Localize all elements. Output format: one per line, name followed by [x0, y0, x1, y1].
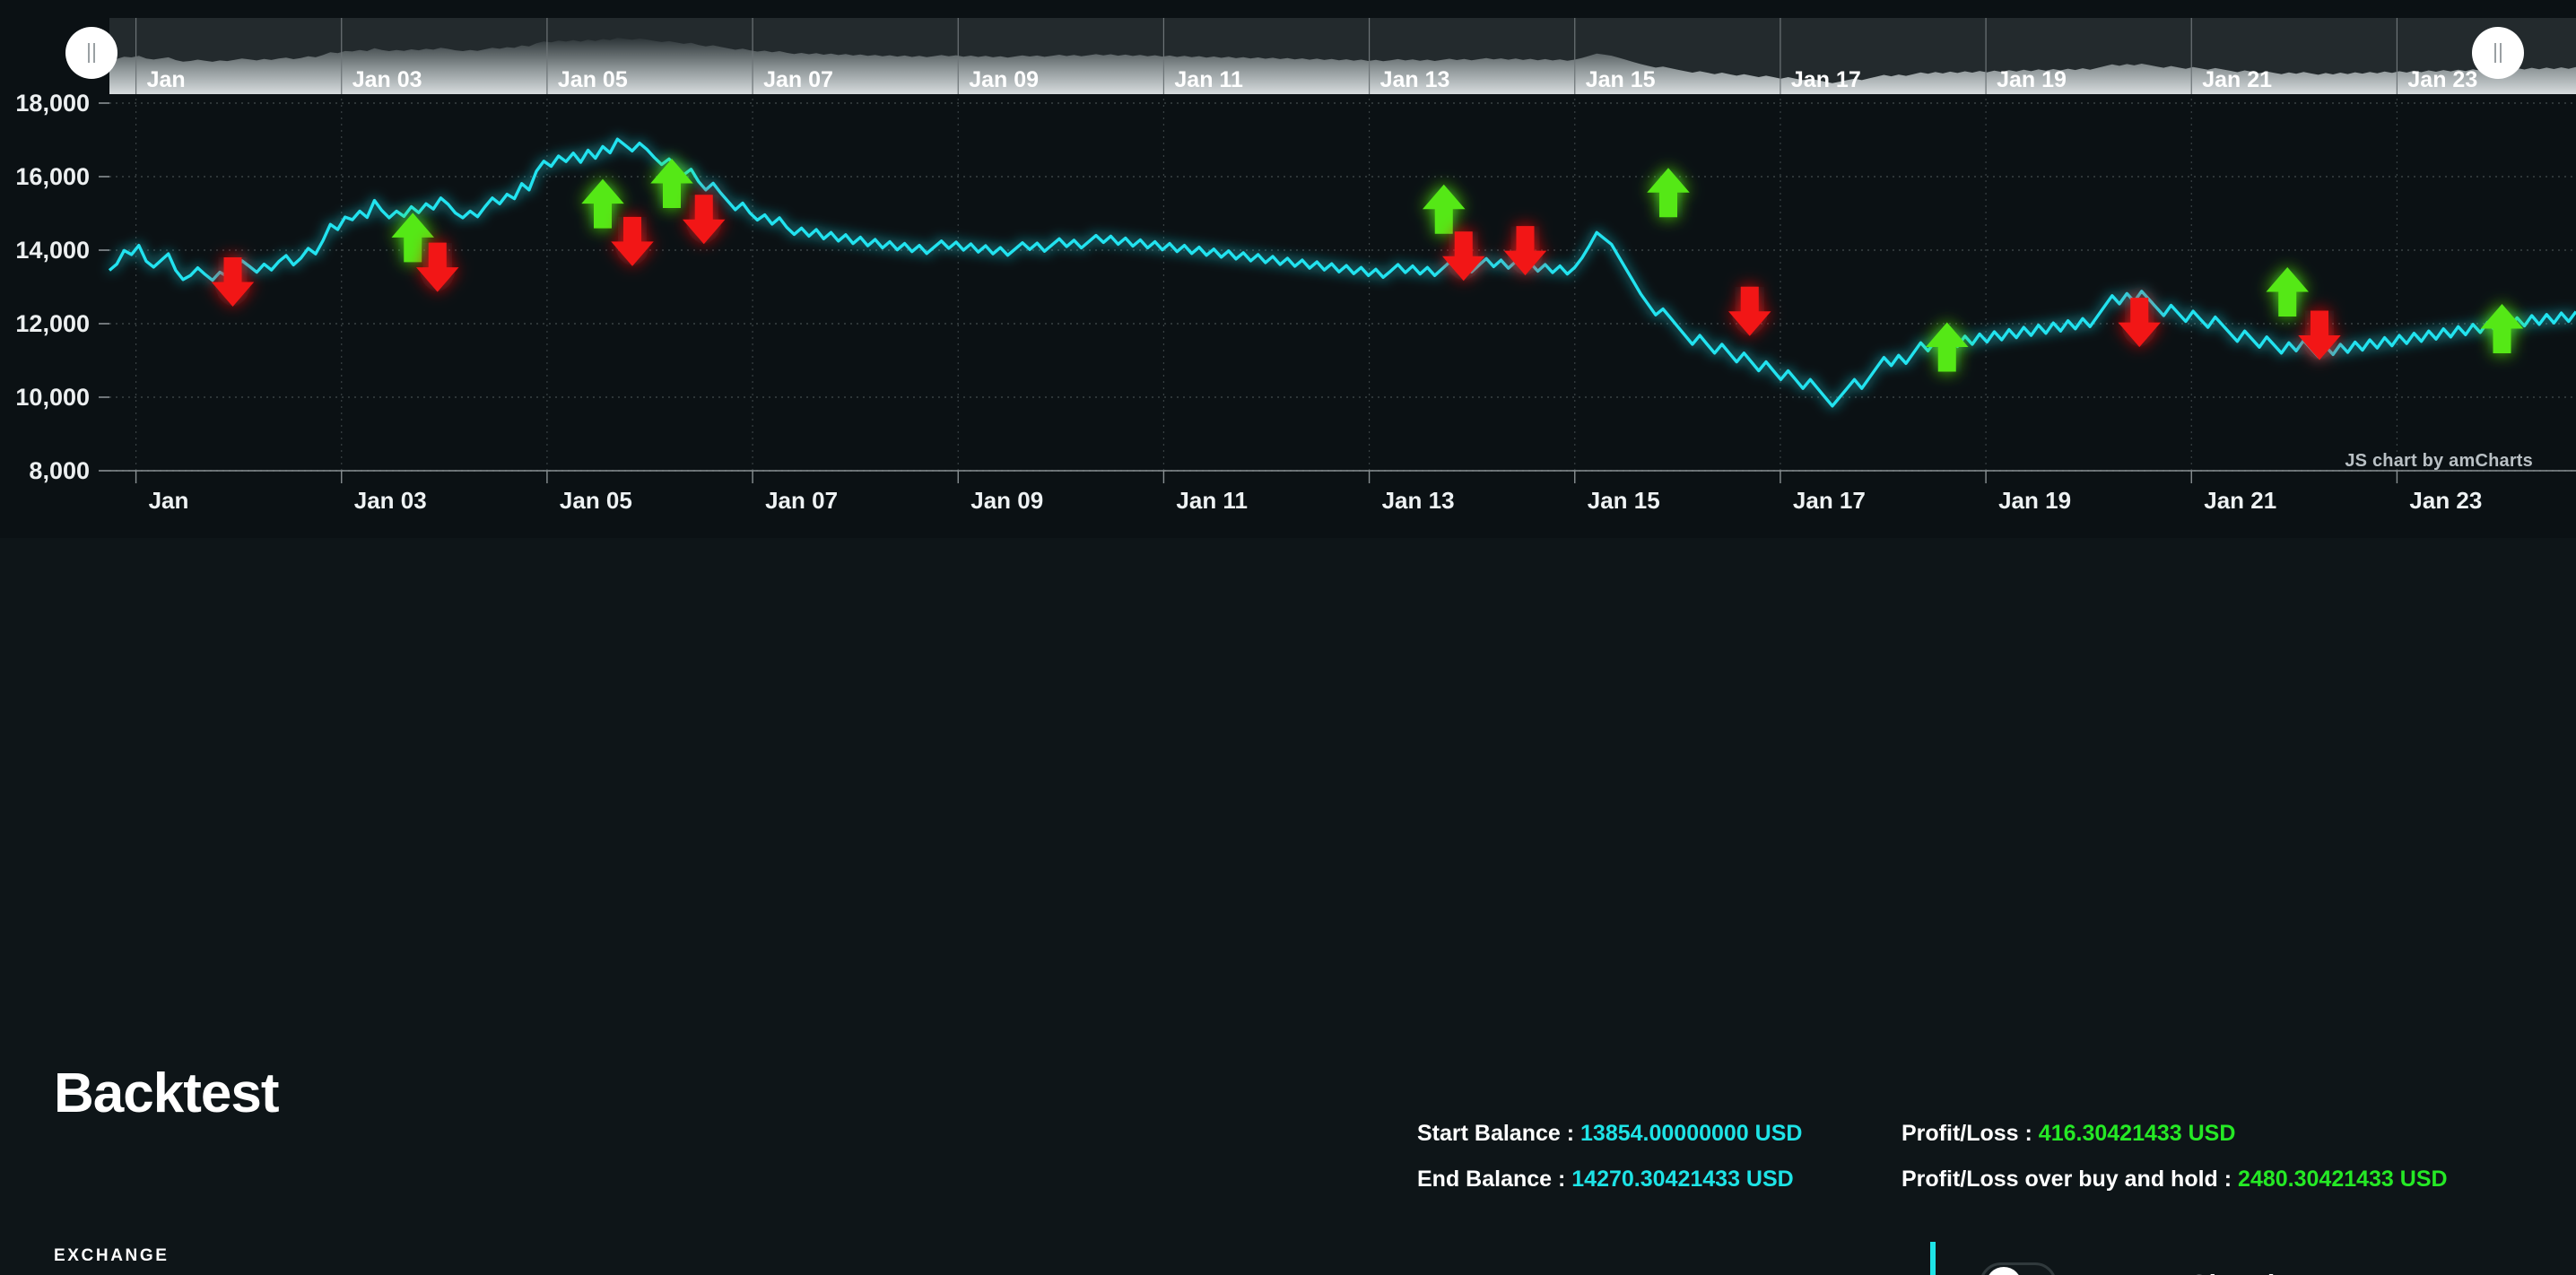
indicator-row[interactable]: Accumulation Distribution Line (ADL) — [691, 1253, 1930, 1275]
amcharts-watermark: JS chart by amCharts — [2345, 451, 2533, 471]
svg-text:Jan 07: Jan 07 — [763, 67, 833, 92]
inverse-signal-label: Inverse Signal — [2082, 1269, 2276, 1275]
svg-text:Jan 17: Jan 17 — [1791, 67, 1861, 92]
svg-text:Jan 03: Jan 03 — [352, 67, 422, 92]
inverse-signal-row[interactable]: Inverse Signal — [1980, 1246, 2576, 1275]
svg-text:Jan 23: Jan 23 — [2409, 487, 2482, 514]
svg-text:Jan 23: Jan 23 — [2407, 67, 2477, 92]
price-chart-panel: Jan Jan 03 Jan 05 Jan 07 Jan 09 Jan 11 Jan 13 J… — [0, 0, 2576, 538]
svg-text:Jan 21: Jan 21 — [2204, 487, 2276, 514]
stat-label: Start Balance : — [1417, 1121, 1575, 1146]
svg-text:12,000: 12,000 — [15, 310, 90, 337]
svg-text:18,000: 18,000 — [15, 90, 90, 117]
stat-profit-loss: Profit/Loss : 416.30421433 USD — [1902, 1121, 2448, 1147]
svg-text:Jan 05: Jan 05 — [558, 67, 628, 92]
svg-text:Jan 11: Jan 11 — [1174, 67, 1243, 92]
stat-start-balance: Start Balance : 13854.00000000 USD — [1417, 1121, 1902, 1147]
stat-value: 13854.00000000 USD — [1580, 1121, 1803, 1146]
svg-text:Jan 03: Jan 03 — [354, 487, 427, 514]
stat-label: End Balance : — [1417, 1167, 1566, 1192]
svg-text:14,000: 14,000 — [15, 237, 90, 264]
stat-label: Profit/Loss : — [1902, 1121, 2032, 1146]
stat-value: 416.30421433 USD — [2038, 1121, 2236, 1146]
toggle-knob — [1986, 1267, 2022, 1275]
balance-stats: Start Balance : 13854.00000000 USD Profi… — [1417, 1121, 2448, 1193]
settings-column-left: EXCHANGE Bitfinex PAIR BTC/USD INDICATOR… — [0, 1246, 646, 1275]
svg-text:Jan: Jan — [149, 487, 189, 514]
exchange-label: EXCHANGE — [54, 1246, 170, 1265]
svg-text:Jan 13: Jan 13 — [1382, 487, 1455, 514]
range-selector-left-grip[interactable] — [65, 27, 117, 79]
svg-text:Jan 15: Jan 15 — [1586, 67, 1656, 92]
svg-text:Jan 17: Jan 17 — [1793, 487, 1866, 514]
svg-text:16,000: 16,000 — [15, 163, 90, 190]
price-chart-svg[interactable]: Jan Jan 03 Jan 05 Jan 07 Jan 09 Jan 11 Jan 13 J… — [0, 0, 2576, 538]
indicator-toggle-list: Accumulation Distribution Line (ADL)Aver… — [646, 1246, 1930, 1275]
svg-text:Jan 09: Jan 09 — [970, 487, 1043, 514]
range-selector-right-grip[interactable] — [2472, 27, 2524, 79]
page-title: Backtest — [54, 1062, 279, 1124]
exchange-field: EXCHANGE Bitfinex — [54, 1246, 646, 1275]
settings-column-right: Inverse Signal START BALANCE (BTC) : 1 S… — [1930, 1242, 2576, 1275]
svg-text:Jan 05: Jan 05 — [560, 487, 632, 514]
svg-text:Jan 09: Jan 09 — [969, 67, 1039, 92]
stat-profit-loss-over-buy-hold: Profit/Loss over buy and hold : 2480.304… — [1902, 1167, 2448, 1193]
svg-text:Jan 21: Jan 21 — [2202, 67, 2272, 92]
backtest-body: Backtest Start Balance : 13854.00000000 … — [0, 538, 2576, 1275]
stat-value: 2480.30421433 USD — [2238, 1167, 2448, 1192]
svg-text:8,000: 8,000 — [29, 457, 90, 484]
vertical-divider — [1930, 1242, 1936, 1275]
svg-text:Jan 11: Jan 11 — [1176, 487, 1248, 514]
svg-text:Jan 19: Jan 19 — [1998, 487, 2071, 514]
svg-text:Jan 07: Jan 07 — [765, 487, 838, 514]
svg-text:Jan 13: Jan 13 — [1380, 67, 1450, 92]
svg-text:10,000: 10,000 — [15, 384, 90, 411]
stat-label: Profit/Loss over buy and hold : — [1902, 1167, 2232, 1192]
stat-value: 14270.30421433 USD — [1571, 1167, 1794, 1192]
svg-text:Jan 15: Jan 15 — [1588, 487, 1660, 514]
svg-text:Jan 19: Jan 19 — [1997, 67, 2067, 92]
inverse-signal-toggle[interactable] — [1980, 1262, 2057, 1275]
svg-text:Jan: Jan — [147, 67, 186, 92]
stat-end-balance: End Balance : 14270.30421433 USD — [1417, 1167, 1902, 1193]
